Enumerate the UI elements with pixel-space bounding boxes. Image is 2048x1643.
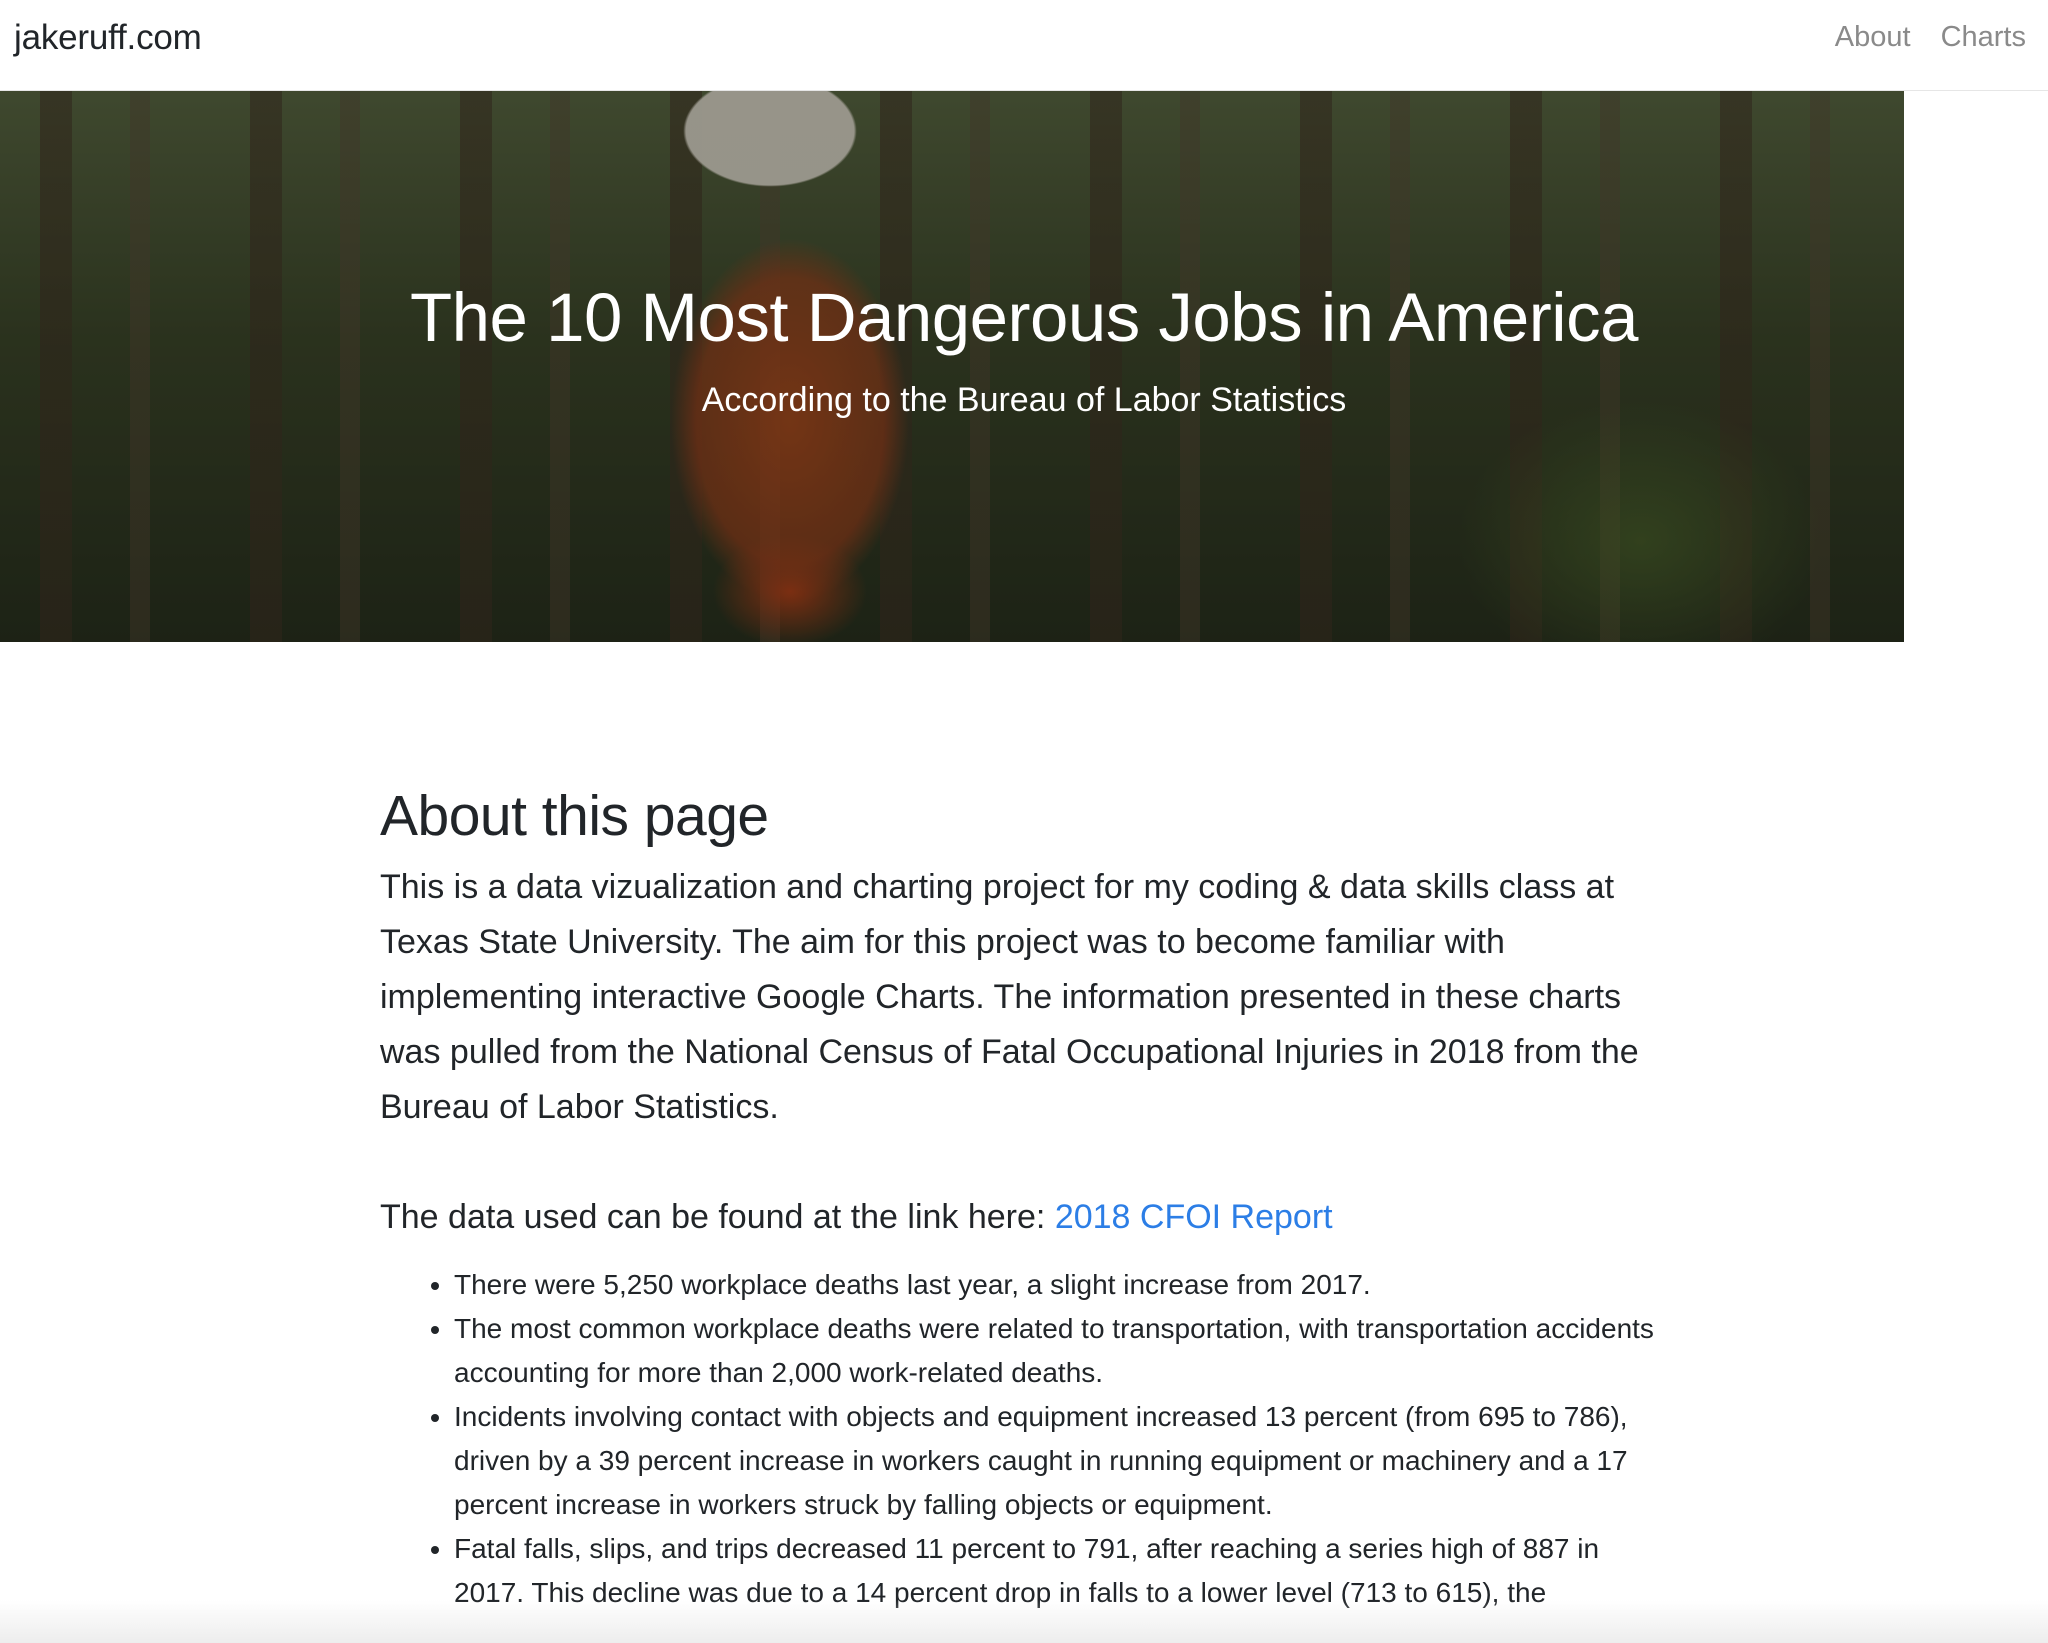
about-intro: This is a data vizualization and chartin… (380, 868, 1639, 1127)
nav-link-about[interactable]: About (1835, 21, 1911, 54)
hero-banner: The 10 Most Dangerous Jobs in America Ac… (0, 91, 2048, 642)
hero-right-gap (1904, 91, 2048, 642)
data-source-line: The data used can be found at the link h… (380, 1190, 1670, 1245)
list-item: Incidents involving contact with objects… (454, 1395, 1670, 1527)
hero-background-image (0, 91, 1904, 642)
data-source-prefix: The data used can be found at the link h… (380, 1198, 1055, 1237)
about-heading: About this page (380, 784, 769, 848)
site-brand-link[interactable]: jakeruff.com (14, 18, 202, 58)
bottom-fade (0, 1600, 2048, 1643)
hero-title: The 10 Most Dangerous Jobs in America (410, 279, 1638, 356)
nav-link-charts[interactable]: Charts (1941, 21, 2026, 54)
list-item: There were 5,250 workplace deaths last y… (454, 1263, 1670, 1307)
hero-subtitle: According to the Bureau of Labor Statist… (701, 381, 1347, 419)
top-navbar: jakeruff.com About Charts (0, 0, 2048, 91)
facts-list: There were 5,250 workplace deaths last y… (380, 1263, 1670, 1615)
cfoi-report-link[interactable]: 2018 CFOI Report (1055, 1198, 1333, 1236)
main-content: About this page This is a data vizualiza… (380, 782, 1670, 1615)
list-item: The most common workplace deaths were re… (454, 1307, 1670, 1395)
nav-links: About Charts (1835, 21, 2026, 54)
